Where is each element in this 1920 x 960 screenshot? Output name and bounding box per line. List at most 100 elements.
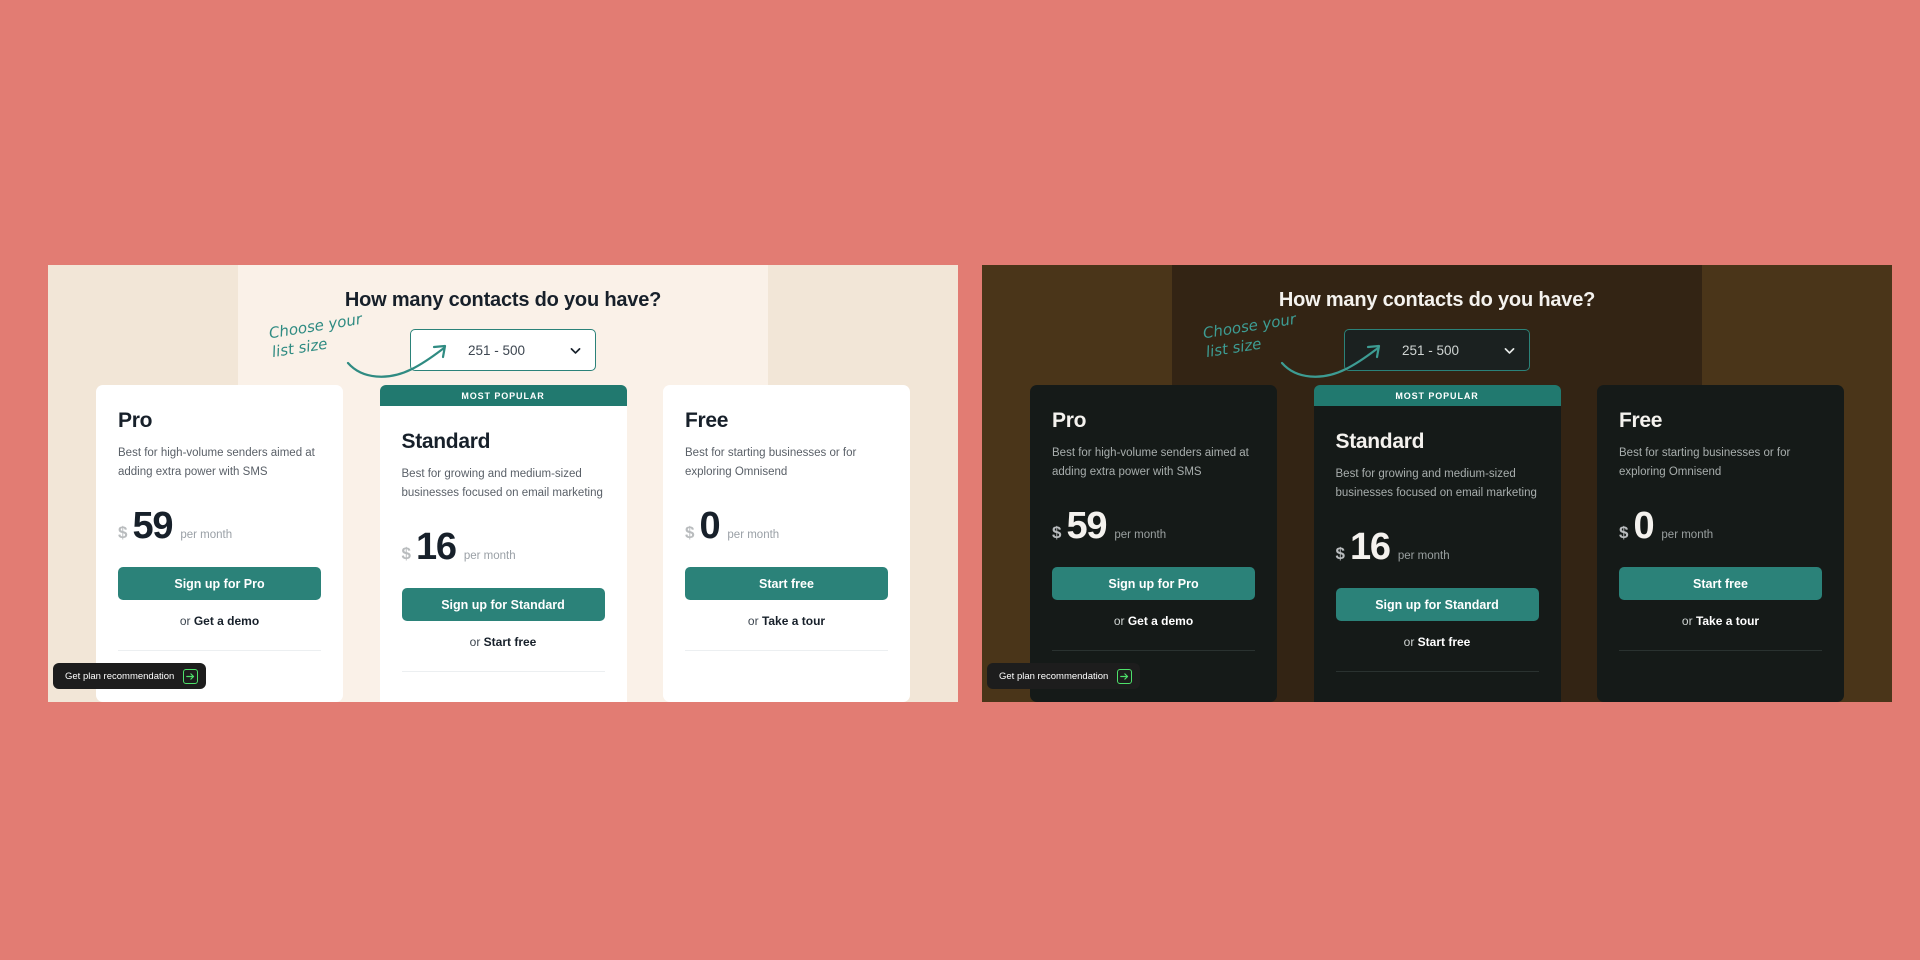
plan-secondary-cta: or Take a tour xyxy=(685,614,888,628)
plan-price: $ 16 per month xyxy=(1336,528,1539,566)
plan-description: Best for high-volume senders aimed at ad… xyxy=(118,447,315,478)
preview-stage: How many contacts do you have? 251 - 500… xyxy=(0,0,1920,960)
price-currency: $ xyxy=(401,544,411,563)
selector-title: How many contacts do you have? xyxy=(344,289,662,311)
card-divider xyxy=(118,650,321,651)
plan-cta-button[interactable]: Sign up for Pro xyxy=(1052,567,1255,600)
price-amount: 59 xyxy=(1066,505,1107,547)
price-period: per month xyxy=(727,529,780,541)
plan-card-body: Standard Best for growing and medium-siz… xyxy=(379,406,627,702)
price-amount: 16 xyxy=(1349,526,1391,568)
card-divider xyxy=(401,671,605,672)
plan-card-body: Standard Best for growing and medium-siz… xyxy=(1313,406,1561,702)
price-period: per month xyxy=(1661,529,1714,541)
plan-cta-button[interactable]: Sign up for Standard xyxy=(401,588,605,621)
plan-secondary-cta: or Start free xyxy=(402,635,605,649)
plan-card-body: Pro Best for high-volume senders aimed a… xyxy=(96,385,343,702)
card-divider xyxy=(1052,650,1255,651)
card-divider xyxy=(1619,650,1822,651)
plan-description: Best for growing and medium-sized busine… xyxy=(1335,468,1537,499)
plan-secondary-prefix: or xyxy=(747,614,762,628)
light-theme-preview: How many contacts do you have? 251 - 500… xyxy=(48,265,958,702)
plan-name: Pro xyxy=(118,409,153,432)
plan-secondary-cta: or Take a tour xyxy=(1619,614,1822,628)
arrow-right-box-icon xyxy=(183,668,199,684)
plan-secondary-prefix: or xyxy=(179,614,194,628)
plan-cta-button[interactable]: Sign up for Standard xyxy=(1335,588,1539,621)
plan-price: $ 59 per month xyxy=(1052,507,1255,545)
contacts-select[interactable]: 251 - 500 xyxy=(410,329,596,371)
plan-secondary-cta: or Start free xyxy=(1336,635,1539,649)
plan-card-body: Free Best for starting businesses or for… xyxy=(663,385,910,702)
chevron-down-icon xyxy=(1504,347,1515,354)
contacts-select-wrapper: 251 - 500 xyxy=(1344,329,1530,371)
plan-description: Best for starting businesses or for expl… xyxy=(685,447,857,478)
plan-card-pro: Pro Best for high-volume senders aimed a… xyxy=(96,385,343,702)
plan-secondary-link[interactable]: Get a demo xyxy=(1128,614,1193,628)
most-popular-badge: MOST POPULAR xyxy=(379,385,627,406)
plan-secondary-link[interactable]: Take a tour xyxy=(762,614,825,628)
price-currency: $ xyxy=(1335,544,1345,563)
plan-secondary-prefix: or xyxy=(1403,635,1418,649)
contacts-select-value: 251 - 500 xyxy=(1401,342,1460,358)
plan-cta-button[interactable]: Start free xyxy=(685,567,888,600)
recommendation-label: Get plan recommendation xyxy=(999,670,1109,682)
plan-price: $ 0 per month xyxy=(685,507,888,545)
plan-price: $ 59 per month xyxy=(118,507,321,545)
card-divider xyxy=(1335,671,1539,672)
arrow-right-box-icon xyxy=(1117,668,1133,684)
price-period: per month xyxy=(1114,529,1167,541)
card-divider xyxy=(685,650,888,651)
price-currency: $ xyxy=(1619,523,1629,542)
plan-secondary-link[interactable]: Start free xyxy=(484,635,537,649)
plan-card-standard: MOST POPULAR Standard Best for growing a… xyxy=(379,385,627,702)
price-amount: 59 xyxy=(132,505,173,547)
plan-secondary-prefix: or xyxy=(1113,614,1128,628)
contacts-select-value: 251 - 500 xyxy=(467,342,526,358)
plan-card-standard: MOST POPULAR Standard Best for growing a… xyxy=(1313,385,1561,702)
recommendation-label: Get plan recommendation xyxy=(65,670,175,682)
plan-card-free: Free Best for starting businesses or for… xyxy=(663,385,910,702)
most-popular-badge: MOST POPULAR xyxy=(1313,385,1561,406)
plan-secondary-prefix: or xyxy=(1681,614,1696,628)
contacts-selector: How many contacts do you have? 251 - 500 xyxy=(48,289,958,371)
price-currency: $ xyxy=(118,523,128,542)
plan-name: Standard xyxy=(1335,430,1425,453)
price-amount: 16 xyxy=(415,526,457,568)
dark-theme-preview: How many contacts do you have? 251 - 500… xyxy=(982,265,1892,702)
plan-secondary-link[interactable]: Take a tour xyxy=(1696,614,1759,628)
price-period: per month xyxy=(1397,550,1450,562)
contacts-selector: How many contacts do you have? 251 - 500 xyxy=(982,289,1892,371)
pricing-cards: Pro Best for high-volume senders aimed a… xyxy=(96,385,910,702)
plan-name: Pro xyxy=(1052,409,1087,432)
price-period: per month xyxy=(463,550,516,562)
plan-card-body: Pro Best for high-volume senders aimed a… xyxy=(1030,385,1277,702)
plan-description: Best for starting businesses or for expl… xyxy=(1619,447,1791,478)
plan-name: Free xyxy=(1619,409,1663,432)
plan-description: Best for growing and medium-sized busine… xyxy=(401,468,603,499)
plan-secondary-link[interactable]: Get a demo xyxy=(194,614,259,628)
price-currency: $ xyxy=(685,523,695,542)
plan-card-pro: Pro Best for high-volume senders aimed a… xyxy=(1030,385,1277,702)
price-amount: 0 xyxy=(1633,505,1654,547)
get-plan-recommendation-button[interactable]: Get plan recommendation xyxy=(987,663,1141,689)
plan-cta-button[interactable]: Start free xyxy=(1619,567,1822,600)
pricing-cards: Pro Best for high-volume senders aimed a… xyxy=(1030,385,1844,702)
contacts-select[interactable]: 251 - 500 xyxy=(1344,329,1530,371)
plan-secondary-cta: or Get a demo xyxy=(118,614,321,628)
plan-card-body: Free Best for starting businesses or for… xyxy=(1597,385,1844,702)
chevron-down-icon xyxy=(570,347,581,354)
plan-card-free: Free Best for starting businesses or for… xyxy=(1597,385,1844,702)
plan-cta-button[interactable]: Sign up for Pro xyxy=(118,567,321,600)
price-period: per month xyxy=(180,529,233,541)
plan-name: Standard xyxy=(401,430,491,453)
plan-description: Best for high-volume senders aimed at ad… xyxy=(1052,447,1249,478)
plan-secondary-link[interactable]: Start free xyxy=(1418,635,1471,649)
price-currency: $ xyxy=(1052,523,1062,542)
get-plan-recommendation-button[interactable]: Get plan recommendation xyxy=(53,663,207,689)
plan-secondary-cta: or Get a demo xyxy=(1052,614,1255,628)
plan-price: $ 16 per month xyxy=(402,528,605,566)
selector-title: How many contacts do you have? xyxy=(1278,289,1596,311)
price-amount: 0 xyxy=(699,505,720,547)
contacts-select-wrapper: 251 - 500 xyxy=(410,329,596,371)
